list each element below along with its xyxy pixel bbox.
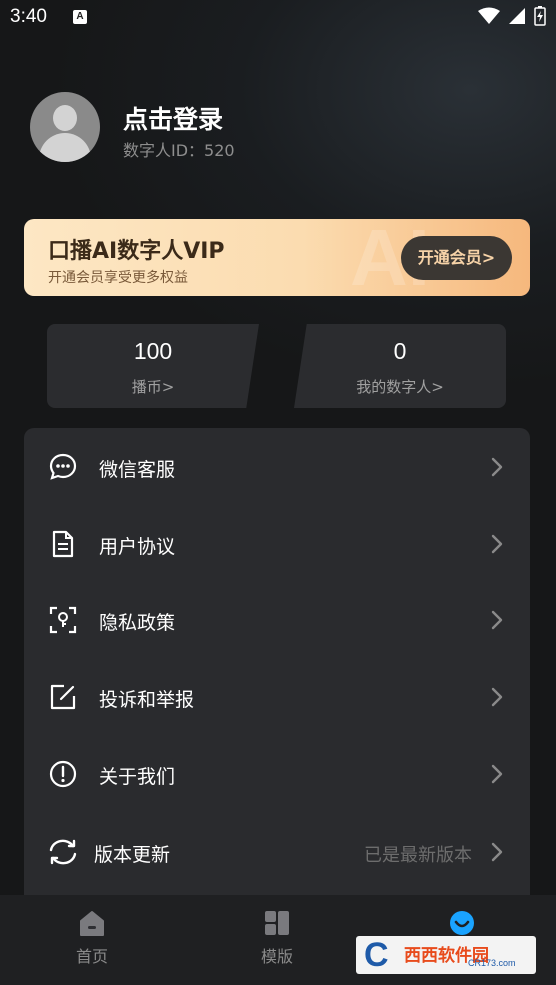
menu-label: 投诉和举报	[99, 689, 195, 711]
menu-item-wechat-service[interactable]: 微信客服	[24, 428, 530, 504]
version-status: 已是最新版本	[364, 845, 472, 866]
vip-banner[interactable]: AI 口播AI数字人VIP 开通会员享受更多权益 开通会员>	[24, 219, 530, 296]
vip-title: 口播AI数字人VIP	[48, 239, 225, 264]
menu-item-user-agreement[interactable]: 用户协议	[24, 505, 530, 581]
menu-item-complaint-report[interactable]: 投诉和举报	[24, 658, 530, 734]
signal-icon	[509, 8, 525, 24]
info-icon	[49, 760, 77, 788]
chevron-right-icon	[491, 610, 503, 630]
my-avatars-value: 0	[393, 338, 407, 364]
login-link[interactable]: 点击登录	[123, 100, 223, 136]
profile-icon	[450, 911, 474, 935]
my-avatars-label: 我的数字人>	[356, 378, 444, 396]
menu-label: 隐私政策	[99, 612, 176, 634]
battery-icon	[534, 6, 546, 26]
coins-label: 播币>	[131, 378, 175, 396]
watermark-logo: C 西西软件园 CR173.com	[356, 936, 536, 974]
nav-home[interactable]: 首页	[52, 909, 132, 967]
chevron-right-icon	[491, 457, 503, 477]
user-id: 数字人ID：520	[123, 141, 235, 160]
coins-card[interactable]: 100 播币>	[47, 324, 259, 408]
watermark-site: CR173.com	[468, 958, 516, 968]
menu-item-about-us[interactable]: 关于我们	[24, 735, 530, 811]
my-avatars-card[interactable]: 0 我的数字人>	[294, 324, 506, 408]
vip-subtitle: 开通会员享受更多权益	[48, 270, 188, 286]
nav-label: 首页	[75, 947, 108, 966]
avatar-head	[53, 105, 77, 131]
edit-icon	[50, 684, 76, 710]
privacy-icon	[49, 606, 77, 634]
avatar-body	[39, 133, 91, 162]
refresh-icon	[49, 839, 77, 865]
menu-panel: 微信客服 用户协议 隐私政策 投诉和举报 关于我们 版本更新 已是最新版本	[24, 428, 530, 908]
avatar[interactable]	[30, 92, 100, 162]
status-icons	[478, 6, 546, 26]
chevron-right-icon	[491, 842, 503, 862]
wifi-icon	[478, 7, 500, 24]
menu-label: 微信客服	[99, 459, 176, 481]
menu-item-privacy-policy[interactable]: 隐私政策	[24, 581, 530, 657]
nav-label: 模版	[260, 947, 293, 966]
template-icon	[265, 911, 289, 935]
chevron-right-icon	[491, 534, 503, 554]
menu-label: 关于我们	[99, 766, 176, 788]
menu-item-version-update[interactable]: 版本更新 已是最新版本	[24, 813, 530, 889]
nav-template[interactable]: 模版	[237, 909, 317, 967]
vip-open-button[interactable]: 开通会员>	[401, 236, 512, 280]
home-icon	[80, 911, 104, 936]
status-time: 3:40	[10, 6, 47, 27]
coins-value: 100	[133, 338, 173, 364]
document-icon	[52, 530, 74, 558]
status-bar: 3:40 A	[0, 0, 556, 34]
watermark-c-icon: C	[364, 936, 389, 974]
menu-label: 用户协议	[99, 536, 176, 558]
chat-bubble-icon	[49, 453, 77, 480]
chevron-right-icon	[491, 764, 503, 784]
chevron-right-icon	[491, 687, 503, 707]
menu-label: 版本更新	[94, 844, 171, 866]
notification-a-icon: A	[73, 10, 87, 24]
